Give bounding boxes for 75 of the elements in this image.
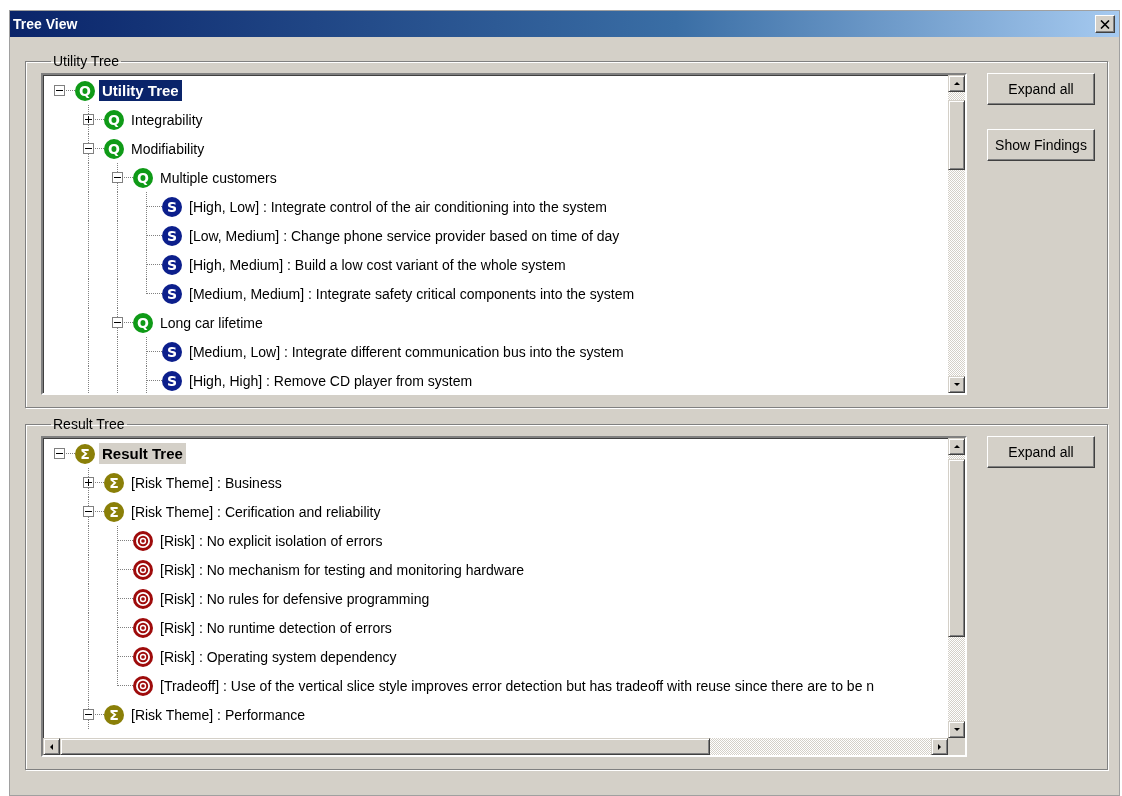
tree-node-label[interactable]: Result Tree — [99, 443, 186, 464]
target-icon — [133, 530, 153, 551]
target-icon — [133, 588, 153, 609]
tree-node-label[interactable]: [Risk] : No mechanism for testing and monitoring hardware — [157, 559, 528, 580]
up-arrow-icon — [952, 442, 961, 451]
close-button[interactable] — [1095, 15, 1115, 33]
sigma-circle-icon: Σ — [104, 704, 124, 725]
q-circle-icon: Q — [75, 80, 95, 101]
target-icon — [133, 559, 153, 580]
target-icon — [133, 675, 153, 696]
tree-node-label[interactable]: [Tradeoff] : Use of the vertical slice style improves error detection but has tradeoff with reuse since there are to be n — [157, 675, 878, 696]
tree-view[interactable] — [41, 436, 967, 757]
horizontal-scrollbar[interactable] — [43, 738, 948, 755]
collapse-toggle[interactable] — [83, 506, 94, 517]
tree-node-label[interactable]: [Risk Theme] : Business — [128, 472, 285, 493]
down-arrow-icon — [952, 725, 961, 734]
group-label: Utility Tree — [52, 53, 121, 69]
q-circle-icon: Q — [104, 109, 124, 130]
sigma-circle-icon: Σ — [104, 501, 124, 522]
right-arrow-icon — [935, 742, 944, 751]
tree-view[interactable] — [41, 73, 967, 395]
q-circle-icon: Q — [133, 167, 153, 188]
dialog-button[interactable]: Expand all — [987, 436, 1095, 468]
s-circle-icon: S — [162, 370, 182, 391]
tree-node-label[interactable]: [High, Low] : Integrate control of the air conditioning into the system — [186, 196, 610, 217]
vertical-scrollbar[interactable] — [948, 75, 965, 393]
tree-node-label[interactable]: Multiple customers — [157, 167, 280, 188]
s-circle-icon: S — [162, 341, 182, 362]
sigma-circle-icon: Σ — [104, 472, 124, 493]
dialog-button[interactable]: Expand all — [987, 73, 1095, 105]
down-arrow-icon — [952, 380, 961, 389]
s-circle-icon: S — [162, 283, 182, 304]
close-icon — [1100, 19, 1110, 29]
scroll-thumb[interactable] — [60, 738, 710, 755]
dialog-button[interactable]: Show Findings — [987, 129, 1095, 161]
sigma-circle-icon: Σ — [75, 443, 95, 464]
scroll-thumb[interactable] — [948, 100, 965, 170]
tree-node-label[interactable]: [High, Medium] : Build a low cost variant of the whole system — [186, 254, 569, 275]
plus-icon — [84, 115, 93, 124]
tree-node-label[interactable]: [High, High] : Remove CD player from system — [186, 370, 476, 391]
tree-node-label[interactable]: [Risk Theme] : Cerification and reliability — [128, 501, 384, 522]
tree-node-label[interactable]: [Medium, Low] : Integrate different communication bus into the system — [186, 341, 627, 362]
tree-node-label[interactable]: [Low, Medium] : Change phone service provider based on time of day — [186, 225, 623, 246]
scrollbar-corner — [948, 738, 965, 755]
tree-node-label[interactable]: [Medium, Medium] : Integrate safety critical components into the system — [186, 283, 638, 304]
window-title: Tree View — [13, 16, 78, 32]
collapse-toggle[interactable] — [112, 317, 123, 328]
group-label: Result Tree — [52, 416, 126, 432]
s-circle-icon: S — [162, 225, 182, 246]
tree-node-label[interactable]: [Risk Theme] : Performance — [128, 704, 309, 725]
tree-node-label[interactable]: Long car lifetime — [157, 312, 266, 333]
tree-node-label[interactable]: [Risk] : No explicit isolation of errors — [157, 530, 386, 551]
vertical-scrollbar[interactable] — [948, 438, 965, 738]
expand-toggle[interactable] — [83, 114, 94, 125]
collapse-toggle[interactable] — [54, 85, 65, 96]
tree-node-label[interactable]: Integrability — [128, 109, 206, 130]
scroll-thumb[interactable] — [948, 459, 965, 637]
q-circle-icon: Q — [104, 138, 124, 159]
collapse-toggle[interactable] — [83, 709, 94, 720]
s-circle-icon: S — [162, 254, 182, 275]
up-arrow-icon — [952, 79, 961, 88]
tree-node-label[interactable]: Utility Tree — [99, 80, 182, 101]
target-icon — [133, 617, 153, 638]
s-circle-icon: S — [162, 196, 182, 217]
tree-node-label[interactable]: [Risk] : No runtime detection of errors — [157, 617, 395, 638]
collapse-toggle[interactable] — [112, 172, 123, 183]
q-circle-icon: Q — [133, 312, 153, 333]
tree-node-label[interactable]: [Risk] : Operating system dependency — [157, 646, 400, 667]
collapse-toggle[interactable] — [83, 143, 94, 154]
target-icon — [133, 646, 153, 667]
expand-toggle[interactable] — [83, 477, 94, 488]
plus-icon — [84, 478, 93, 487]
tree-node-label[interactable]: Modifiability — [128, 138, 208, 159]
collapse-toggle[interactable] — [54, 448, 65, 459]
tree-node-label[interactable]: [Risk] : No rules for defensive programming — [157, 588, 433, 609]
